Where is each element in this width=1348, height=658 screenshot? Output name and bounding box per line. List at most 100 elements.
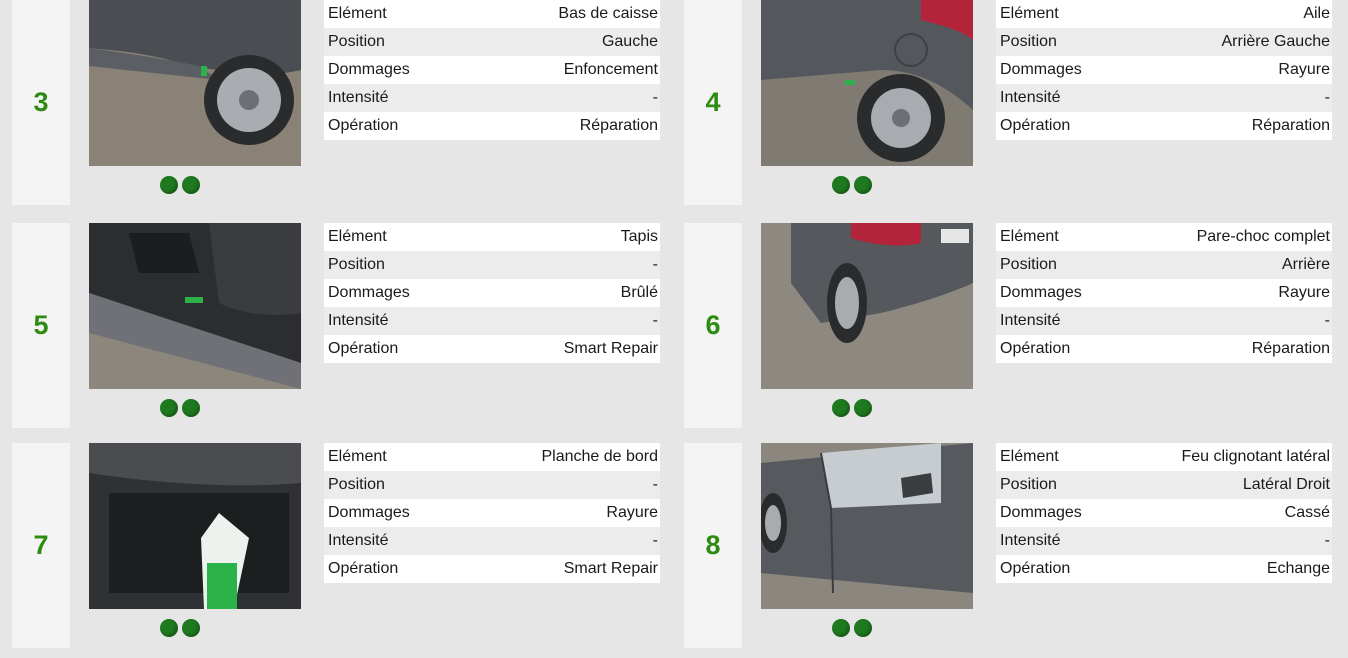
detail-row-operation: Opération Réparation [996,335,1332,363]
detail-row-element: Elément Feu clignotant latéral [996,443,1332,471]
damage-photo[interactable] [89,443,301,609]
detail-label: Opération [1000,117,1071,134]
detail-value: Smart Repair [563,560,658,577]
detail-row-element: Elément Pare-choc complet [996,223,1332,251]
detail-row-operation: Opération Smart Repair [324,335,660,363]
pagination-dot[interactable] [182,176,200,194]
damage-photo[interactable] [89,223,301,389]
detail-label: Elément [1000,448,1059,465]
detail-row-intensity: Intensité - [996,307,1332,335]
detail-row-intensity: Intensité - [996,84,1332,112]
photo-pagination [160,619,200,637]
photo-pagination [160,176,200,194]
damage-number-cell: 3 [12,0,70,205]
pagination-dot[interactable] [854,619,872,637]
photo-pagination [832,176,872,194]
detail-value: Latéral Droit [1242,476,1330,493]
detail-value: Feu clignotant latéral [1181,448,1330,465]
detail-value: Aile [1303,5,1330,22]
detail-value: Smart Repair [563,340,658,357]
detail-value: - [652,256,658,273]
detail-label: Elément [1000,228,1059,245]
detail-label: Intensité [328,89,389,106]
detail-row-operation: Opération Echange [996,555,1332,583]
detail-row-element: Elément Bas de caisse [324,0,660,28]
detail-label: Elément [328,228,387,245]
detail-row-damage: Dommages Rayure [324,499,660,527]
damage-details: Elément Feu clignotant latéral Position La… [996,443,1332,583]
damage-photo[interactable] [761,0,973,166]
damage-photo-image [89,223,301,389]
detail-value: Gauche [601,33,658,50]
damage-number-cell: 7 [12,443,70,648]
detail-row-damage: Dommages Cassé [996,499,1332,527]
detail-label: Position [1000,33,1057,50]
detail-row-damage: Dommages Brûlé [324,279,660,307]
pagination-dot[interactable] [182,399,200,417]
detail-label: Intensité [328,312,389,329]
damage-number: 7 [33,530,49,560]
detail-label: Dommages [328,504,410,521]
detail-row-position: Position - [324,251,660,279]
detail-value: Echange [1266,560,1330,577]
detail-row-damage: Dommages Rayure [996,279,1332,307]
detail-row-position: Position - [324,471,660,499]
damage-number: 5 [33,310,49,340]
detail-label: Position [328,256,385,273]
detail-value: Réparation [1251,340,1330,357]
pagination-dot[interactable] [182,619,200,637]
pagination-dot[interactable] [832,619,850,637]
damage-details: Elément Pare-choc complet Position Arrière… [996,223,1332,363]
detail-row-intensity: Intensité - [324,84,660,112]
damage-details: Elément Aile Position Arrière Gauche Domma… [996,0,1332,140]
detail-value: - [652,532,658,549]
detail-row-intensity: Intensité - [324,307,660,335]
detail-label: Elément [328,5,387,22]
detail-label: Intensité [1000,532,1061,549]
pagination-dot[interactable] [160,176,178,194]
detail-value: Cassé [1284,504,1330,521]
pagination-dot[interactable] [854,399,872,417]
damage-card: 5 Elément Tapis Position - Dommages Brûlé I… [12,223,672,428]
detail-value: Réparation [579,117,658,134]
detail-label: Position [1000,476,1057,493]
pagination-dot[interactable] [832,176,850,194]
damage-number: 6 [705,310,721,340]
damage-number-cell: 5 [12,223,70,428]
detail-value: Enfoncement [563,61,658,78]
damage-photo[interactable] [761,443,973,609]
damage-card: 3 Elément Bas de caisse Position Gauche Do… [12,0,672,205]
detail-row-operation: Opération Réparation [324,112,660,140]
pagination-dot[interactable] [160,619,178,637]
detail-value: - [652,476,658,493]
damage-photo-image [761,223,973,389]
damage-details: Elément Tapis Position - Dommages Brûlé Int… [324,223,660,363]
detail-row-element: Elément Planche de bord [324,443,660,471]
photo-pagination [832,399,872,417]
detail-value: Rayure [1278,284,1330,301]
detail-row-position: Position Arrière Gauche [996,28,1332,56]
detail-value: Arrière [1281,256,1330,273]
damage-card: 4 Elément Aile Position Arrière Gauche Dom… [684,0,1344,205]
detail-row-intensity: Intensité - [996,527,1332,555]
damage-number: 3 [33,87,49,117]
pagination-dot[interactable] [854,176,872,194]
damage-photo-image [89,443,301,609]
detail-row-position: Position Gauche [324,28,660,56]
damage-photo[interactable] [89,0,301,166]
detail-label: Opération [1000,560,1071,577]
detail-row-position: Position Latéral Droit [996,471,1332,499]
detail-label: Intensité [328,532,389,549]
detail-label: Opération [1000,340,1071,357]
detail-value: - [652,312,658,329]
pagination-dot[interactable] [832,399,850,417]
detail-value: Pare-choc complet [1196,228,1330,245]
damage-details: Elément Planche de bord Position - Dommage… [324,443,660,583]
pagination-dot[interactable] [160,399,178,417]
detail-row-element: Elément Aile [996,0,1332,28]
detail-row-position: Position Arrière [996,251,1332,279]
damage-photo[interactable] [761,223,973,389]
damage-card: 7 Elément Planche de bord Position - Domma… [12,443,672,648]
damage-photo-image [761,443,973,609]
detail-label: Intensité [1000,312,1061,329]
